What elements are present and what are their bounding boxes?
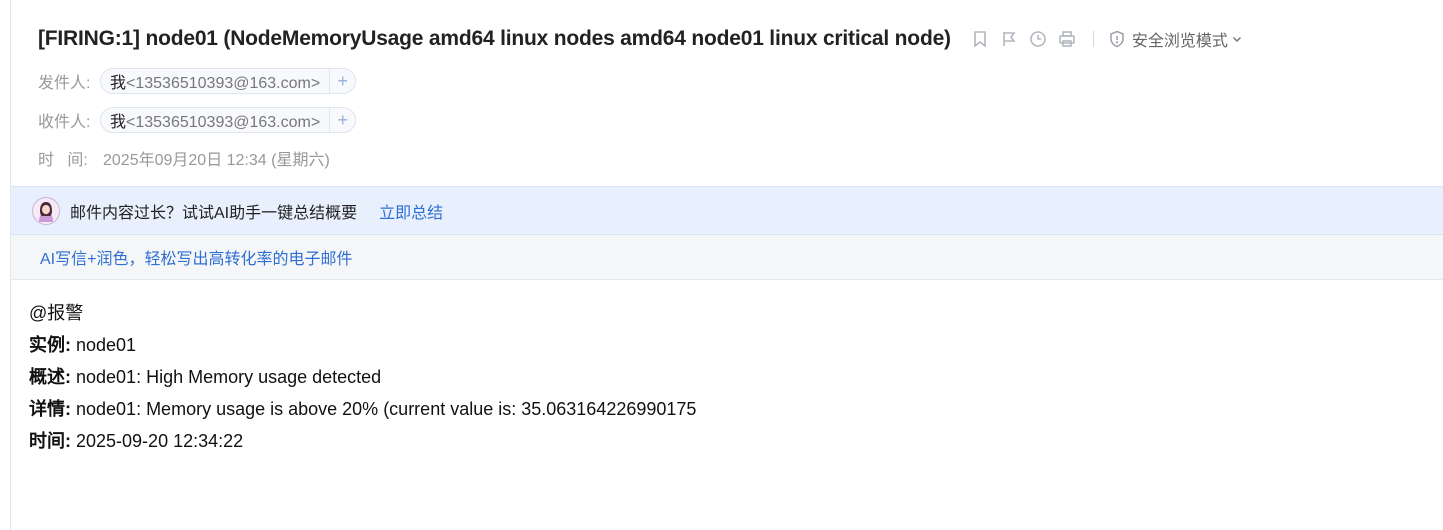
ai-assistant-avatar [32,196,60,225]
bookmark-icon[interactable] [971,30,989,48]
time-value: 2025年09月20日 12:34 (星期六) [103,152,330,169]
recipient-chip[interactable]: 我<13536510393@163.com> + [100,107,357,133]
mail-subject: [FIRING:1] node01 (NodeMemoryUsage amd64… [38,27,951,50]
details-value: node01: Memory usage is above 20% (curre… [71,399,697,419]
summary-label: 概述: [29,367,71,387]
summarize-now-link[interactable]: 立即总结 [379,199,443,223]
recipient-name: 我 [110,114,127,131]
summary-value: node01: High Memory usage detected [71,367,382,387]
ai-writing-promo-bar: AI写信+润色，轻松写出高转化率的电子邮件 [11,235,1443,280]
recipient-address: <13536510393@163.com> [126,114,321,131]
mail-header: [FIRING:1] node01 (NodeMemoryUsage amd64… [38,24,1418,54]
print-icon[interactable] [1058,30,1076,48]
add-recipient-contact-button[interactable]: + [329,108,355,132]
mention-line: @报警 [29,303,84,323]
to-label: 收件人: [38,114,91,131]
mail-body: @报警 实例: node01 概述: node01: High Memory u… [29,300,696,460]
from-row: 发件人: 我<13536510393@163.com> + [38,67,357,95]
from-label: 发件人: [38,75,91,92]
mail-toolbar: 安全浏览模式 [971,27,1243,51]
recipient-text: 我<13536510393@163.com> [101,108,329,132]
ai-summary-prompt: 邮件内容过长？试试AI助手一键总结概要 [70,204,358,222]
sender-address: <13536510393@163.com> [126,75,321,92]
ai-writing-promo-link[interactable]: AI写信+润色，轻松写出高转化率的电子邮件 [40,245,352,269]
sender-name: 我 [110,75,127,92]
instance-label: 实例: [29,335,71,355]
add-sender-contact-button[interactable]: + [329,69,355,93]
alert-time-value: 2025-09-20 12:34:22 [71,431,244,451]
flag-icon[interactable] [1000,30,1018,48]
ai-summary-banner: 邮件内容过长？试试AI助手一键总结概要 立即总结 [11,186,1443,235]
sender-chip[interactable]: 我<13536510393@163.com> + [100,68,357,94]
alert-time-line: 时间: 2025-09-20 12:34:22 [29,428,696,460]
shield-icon [1110,30,1124,48]
time-row: 时 间: 2025年09月20日 12:34 (星期六) [38,144,330,172]
alert-time-label: 时间: [29,431,71,451]
to-row: 收件人: 我<13536510393@163.com> + [38,106,357,134]
instance-value: node01 [71,335,137,355]
safe-mode-label: 安全浏览模式 [1131,33,1228,50]
sender-text: 我<13536510393@163.com> [101,69,329,93]
safe-mode-dropdown[interactable]: 安全浏览模式 [1108,27,1243,51]
instance-line: 实例: node01 [29,332,696,364]
chevron-down-icon [1232,36,1241,43]
details-line: 详情: node01: Memory usage is above 20% (c… [29,396,696,428]
summary-line: 概述: node01: High Memory usage detected [29,364,696,396]
toolbar-divider [1092,31,1094,47]
details-label: 详情: [29,399,71,419]
clock-icon[interactable] [1029,30,1047,48]
time-label: 时 间: [38,152,88,169]
